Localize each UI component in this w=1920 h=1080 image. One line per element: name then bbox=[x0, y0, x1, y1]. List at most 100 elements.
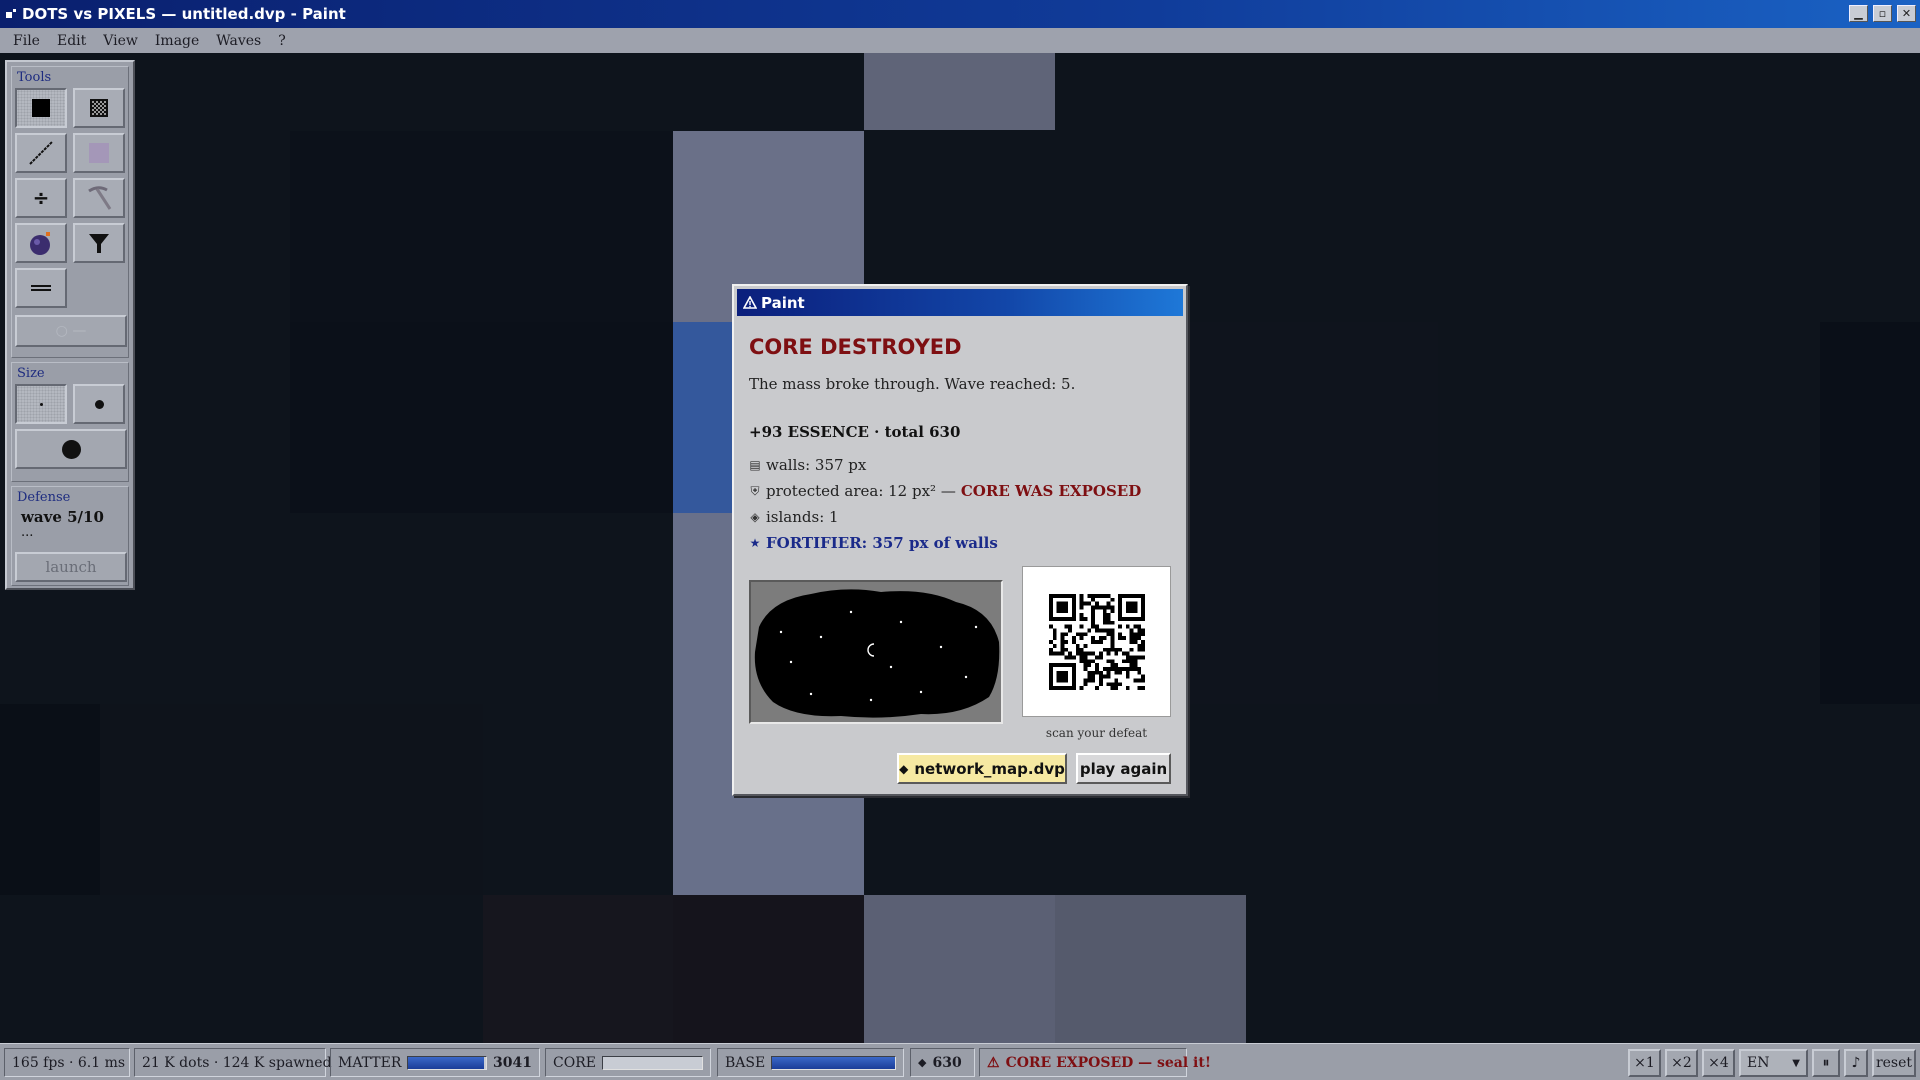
chevron-down-icon: ▼ bbox=[1792, 1057, 1800, 1069]
essence-reward: +93 ESSENCE · total 630 bbox=[749, 423, 961, 441]
size-medium-button[interactable] bbox=[73, 384, 125, 424]
save-map-button[interactable]: ◆ network_map.dvp bbox=[897, 753, 1067, 784]
pixel-block bbox=[290, 322, 673, 513]
solid-square-icon bbox=[32, 99, 50, 117]
reset-label: reset bbox=[1875, 1055, 1913, 1071]
matter-label: MATTER bbox=[338, 1054, 402, 1071]
pause-icon: ⏸ bbox=[1822, 1055, 1830, 1071]
map-preview bbox=[749, 580, 1003, 724]
close-button[interactable]: ✕ bbox=[1897, 5, 1916, 22]
funnel-tool[interactable] bbox=[73, 223, 125, 263]
map-preview-image bbox=[751, 582, 1001, 722]
speed-x2-button[interactable]: ×2 bbox=[1665, 1049, 1698, 1077]
menu-help[interactable]: ? bbox=[271, 33, 296, 49]
soft-square-icon bbox=[89, 143, 109, 163]
double-line-icon bbox=[31, 285, 51, 291]
warning-icon bbox=[743, 296, 757, 309]
menu-bar: File Edit View Image Waves ? bbox=[0, 28, 1920, 53]
music-button[interactable]: ♪ bbox=[1844, 1049, 1868, 1077]
minimize-icon: ▁ bbox=[1854, 7, 1863, 20]
fortifier-stat: ★ FORTIFIER: 357 px of walls bbox=[749, 534, 998, 552]
disabled-tool: ○ — bbox=[15, 315, 127, 347]
speed-x2-label: ×2 bbox=[1671, 1055, 1692, 1071]
game-over-dialog: Paint CORE DESTROYED The mass broke thro… bbox=[732, 284, 1188, 796]
menu-image[interactable]: Image bbox=[148, 33, 209, 49]
pixel-block bbox=[1820, 322, 1920, 704]
play-again-button[interactable]: play again bbox=[1076, 753, 1171, 784]
tools-palette: Tools ÷ ○ — Size Defense wave 5/10 ... l… bbox=[5, 60, 135, 590]
size-small-button[interactable] bbox=[15, 384, 67, 424]
menu-edit[interactable]: Edit bbox=[50, 33, 96, 49]
dialog-title: Paint bbox=[761, 293, 805, 312]
maximize-button[interactable]: ▫ bbox=[1873, 5, 1892, 22]
solid-wall-tool[interactable] bbox=[15, 88, 67, 128]
menu-waves[interactable]: Waves bbox=[209, 33, 271, 49]
menu-file[interactable]: File bbox=[6, 33, 50, 49]
bomb-tool[interactable] bbox=[15, 223, 67, 263]
funnel-icon bbox=[89, 234, 109, 253]
menu-view[interactable]: View bbox=[96, 33, 148, 49]
minimize-button[interactable]: ▁ bbox=[1849, 5, 1868, 22]
essence-icon: ◆ bbox=[918, 1056, 927, 1069]
speed-x4-button[interactable]: ×4 bbox=[1702, 1049, 1735, 1077]
shield-icon: ⛨ bbox=[750, 483, 760, 498]
launch-button: launch bbox=[15, 552, 127, 582]
alert-text: CORE EXPOSED — seal it! bbox=[1005, 1054, 1211, 1071]
app-icon bbox=[6, 9, 16, 19]
core-exposed-warning: CORE WAS EXPOSED bbox=[960, 482, 1142, 500]
alert-warning-icon: ⚠ bbox=[987, 1054, 1000, 1071]
qr-caption: scan your defeat bbox=[1045, 726, 1148, 740]
pixel-block bbox=[1055, 895, 1246, 1043]
core-label: CORE bbox=[553, 1054, 596, 1071]
pickaxe-tool[interactable] bbox=[73, 178, 125, 218]
protected-stat: ⛨ protected area: 12 px² — CORE WAS EXPO… bbox=[749, 482, 1141, 500]
dither-wall-tool[interactable] bbox=[73, 88, 125, 128]
alert-panel: ⚠ CORE EXPOSED — seal it! bbox=[979, 1048, 1211, 1077]
walls-stat: ▤ walls: 357 px bbox=[749, 456, 866, 474]
language-value: EN bbox=[1747, 1055, 1770, 1071]
pixel-block bbox=[483, 895, 673, 1043]
qr-code[interactable] bbox=[1022, 566, 1171, 717]
diagonal-line-icon bbox=[29, 141, 53, 165]
size-group: Size bbox=[11, 362, 129, 482]
fortifier-text: FORTIFIER: 357 px of walls bbox=[766, 534, 998, 552]
soft-rect-tool[interactable] bbox=[73, 133, 125, 173]
play-again-label: play again bbox=[1079, 759, 1168, 778]
speed-x1-button[interactable]: ×1 bbox=[1628, 1049, 1661, 1077]
diamond-bullet-icon: ◆ bbox=[899, 761, 909, 776]
save-map-label: network_map.dvp bbox=[914, 759, 1065, 778]
pickaxe-icon bbox=[88, 186, 112, 210]
dots-text: 21 K dots · 124 K spawned bbox=[142, 1054, 332, 1071]
matter-panel: MATTER 3041 bbox=[330, 1048, 540, 1077]
pause-button[interactable]: ⏸ bbox=[1812, 1049, 1840, 1077]
wall-icon: ▤ bbox=[749, 458, 761, 472]
defense-group: Defense wave 5/10 ... launch bbox=[11, 486, 129, 586]
divider-tool[interactable]: ÷ bbox=[15, 178, 67, 218]
medium-dot-icon bbox=[94, 399, 104, 409]
base-label: BASE bbox=[725, 1054, 766, 1071]
window-title: DOTS vs PIXELS — untitled.dvp - Paint bbox=[22, 5, 346, 23]
music-icon: ♪ bbox=[1851, 1055, 1861, 1071]
core-panel: CORE bbox=[545, 1048, 711, 1077]
matter-value: 3041 bbox=[493, 1054, 532, 1071]
diamond-icon: ◈ bbox=[750, 510, 760, 524]
launch-label: launch bbox=[45, 558, 97, 576]
islands-text: islands: 1 bbox=[766, 508, 839, 526]
double-line-tool[interactable] bbox=[15, 268, 67, 308]
essence-panel: ◆ 630 bbox=[910, 1048, 975, 1077]
language-select[interactable]: EN ▼ bbox=[1739, 1049, 1808, 1077]
core-bar bbox=[601, 1055, 703, 1070]
wave-counter: wave 5/10 bbox=[21, 508, 104, 526]
dots-panel: 21 K dots · 124 K spawned bbox=[134, 1048, 332, 1077]
matter-bar-fill bbox=[408, 1056, 485, 1069]
pixel-block bbox=[864, 895, 1055, 1043]
tools-title: Tools bbox=[17, 70, 52, 85]
reset-button[interactable]: reset bbox=[1872, 1049, 1916, 1077]
bomb-icon bbox=[30, 232, 50, 255]
dialog-title-bar: Paint bbox=[737, 289, 1183, 316]
line-tool[interactable] bbox=[15, 133, 67, 173]
size-large-button[interactable] bbox=[15, 429, 127, 469]
pixel-block bbox=[290, 131, 673, 322]
pixel-block bbox=[864, 53, 1055, 130]
base-bar bbox=[771, 1055, 896, 1070]
